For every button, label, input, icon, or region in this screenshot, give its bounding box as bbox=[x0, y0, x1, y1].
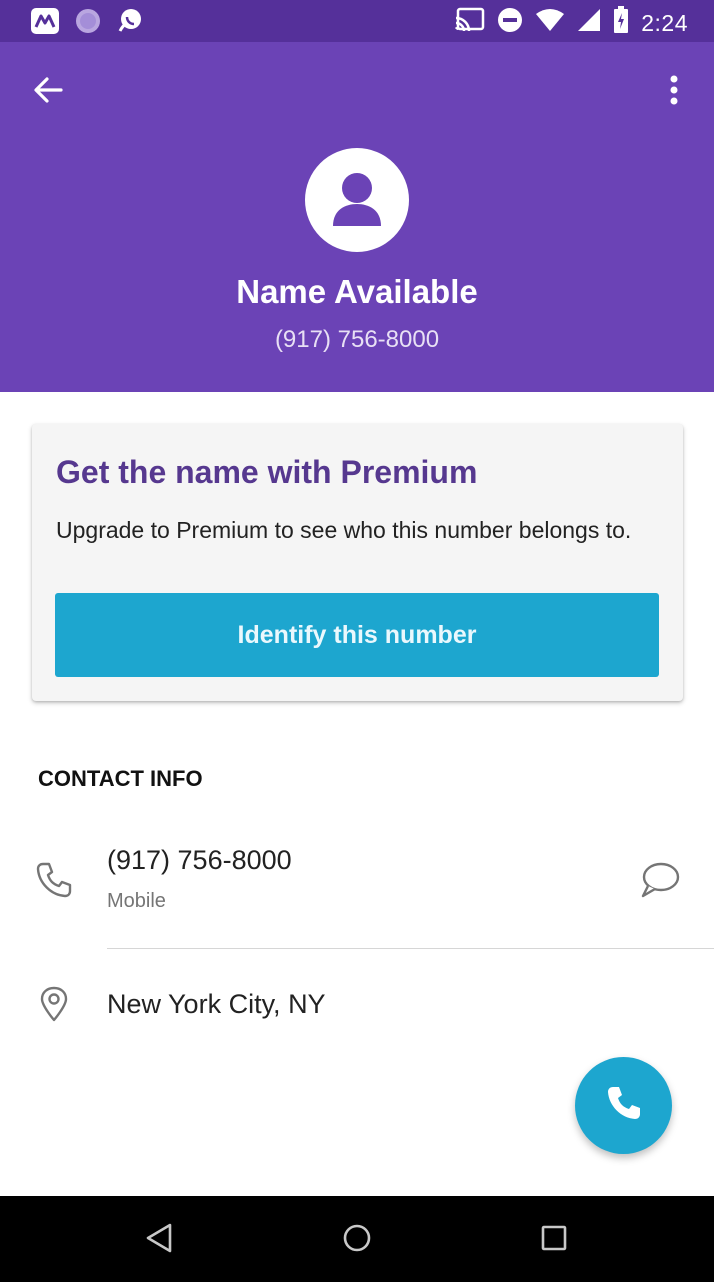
location-pin-icon bbox=[38, 986, 70, 1022]
app-notification-icon bbox=[30, 7, 60, 40]
system-nav-bar bbox=[0, 1196, 714, 1282]
premium-description: Upgrade to Premium to see who this numbe… bbox=[56, 517, 632, 543]
phone-number-value: (917) 756-8000 bbox=[107, 845, 292, 875]
status-bar: 2:24 bbox=[0, 0, 714, 42]
contact-info-heading: CONTACT INFO bbox=[38, 766, 203, 791]
status-system-icons: 2:24 bbox=[455, 6, 688, 39]
avatar bbox=[305, 148, 409, 252]
contact-number: (917) 756-8000 bbox=[274, 326, 440, 353]
back-button[interactable] bbox=[26, 70, 70, 114]
premium-card: Get the name with Premium Upgrade to Pre… bbox=[32, 424, 683, 701]
identify-number-button[interactable]: Identify this number bbox=[55, 593, 659, 677]
row-divider bbox=[107, 948, 714, 949]
do-not-disturb-icon bbox=[497, 7, 523, 38]
contact-name: Name Available bbox=[236, 273, 478, 310]
message-icon bbox=[638, 862, 682, 904]
person-icon bbox=[305, 173, 409, 252]
status-time: 2:24 bbox=[641, 9, 688, 36]
wifi-icon bbox=[535, 8, 565, 37]
phone-icon bbox=[34, 860, 74, 900]
arrow-back-icon bbox=[32, 74, 64, 111]
back-triangle-icon bbox=[145, 1223, 173, 1258]
more-options-button[interactable] bbox=[654, 70, 694, 114]
location-value: New York City, NY bbox=[107, 989, 326, 1019]
more-vert-icon bbox=[669, 74, 679, 111]
nav-home-button[interactable] bbox=[337, 1220, 377, 1260]
home-circle-icon bbox=[342, 1223, 372, 1258]
cast-icon bbox=[455, 7, 485, 38]
location-row[interactable]: New York City, NY bbox=[0, 968, 714, 1044]
cell-signal-icon bbox=[577, 8, 601, 37]
battery-icon bbox=[613, 6, 629, 39]
premium-title: Get the name with Premium bbox=[56, 454, 478, 490]
message-button[interactable] bbox=[638, 860, 682, 900]
circle-notification-icon bbox=[74, 7, 102, 40]
call-icon bbox=[605, 1084, 643, 1127]
chat-notification-icon bbox=[116, 7, 144, 40]
contact-header: Name Available (917) 756-8000 bbox=[0, 42, 714, 392]
nav-back-button[interactable] bbox=[139, 1220, 179, 1260]
recents-square-icon bbox=[541, 1225, 567, 1256]
phone-row[interactable]: (917) 756-8000 Mobile bbox=[0, 830, 714, 948]
status-notifications bbox=[30, 7, 144, 40]
phone-type-label: Mobile bbox=[107, 890, 166, 912]
nav-recents-button[interactable] bbox=[534, 1220, 574, 1260]
call-button[interactable] bbox=[575, 1057, 672, 1154]
